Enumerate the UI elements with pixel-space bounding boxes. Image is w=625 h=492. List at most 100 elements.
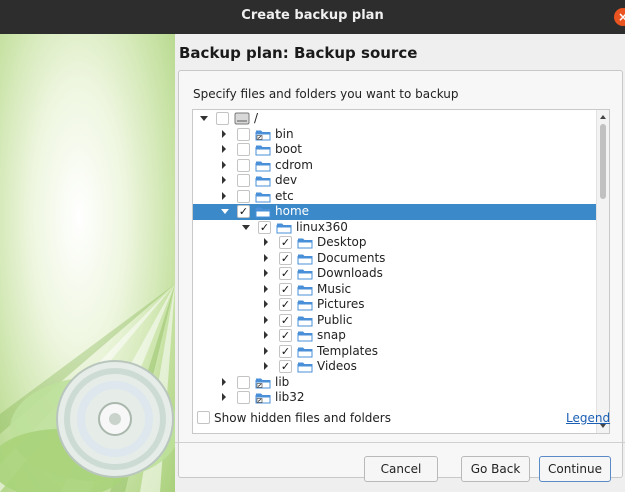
expand-arrow-right-icon[interactable] xyxy=(222,191,226,200)
disc-illustration xyxy=(0,284,175,492)
tree-item-label: boot xyxy=(275,142,303,156)
folder-tree[interactable]: / bin boot cdrom dev etc ✓ home ✓ linux360 ✓ Deskto… xyxy=(192,109,610,434)
expand-arrow-right-icon[interactable] xyxy=(264,238,268,246)
tree-checkbox[interactable] xyxy=(237,158,250,172)
tree-item-label: bin xyxy=(275,126,294,141)
tree-row[interactable]: ✓ home xyxy=(193,204,596,220)
expand-arrow-right-icon[interactable] xyxy=(264,315,268,324)
tree-scrollbar[interactable] xyxy=(596,110,609,433)
scroll-up-arrow-icon[interactable] xyxy=(600,115,606,119)
tree-item-label: Desktop xyxy=(317,235,367,249)
tree-checkbox[interactable]: ✓ xyxy=(237,205,250,218)
folder-link-icon xyxy=(255,128,271,141)
legend-link[interactable]: Legend xyxy=(566,411,610,425)
page-title: Backup plan: Backup source xyxy=(179,44,418,62)
folder-link-icon xyxy=(255,376,271,389)
tree-row[interactable]: ✓ linux360 xyxy=(193,220,596,236)
expand-arrow-right-icon[interactable] xyxy=(264,269,268,277)
expand-arrow-right-icon[interactable] xyxy=(222,160,226,169)
go-back-button[interactable]: Go Back xyxy=(461,456,530,482)
tree-item-label: Music xyxy=(317,281,352,296)
tree-row[interactable]: ✓ Pictures xyxy=(193,297,596,313)
tree-row[interactable]: bin xyxy=(193,127,596,143)
tree-row[interactable]: etc xyxy=(193,189,596,205)
tree-row[interactable]: lib xyxy=(193,375,596,391)
expand-arrow-right-icon[interactable] xyxy=(222,176,226,184)
expand-arrow-right-icon[interactable] xyxy=(222,393,226,401)
show-hidden-checkbox[interactable] xyxy=(197,411,210,424)
expand-arrow-down-icon[interactable] xyxy=(221,209,229,214)
tree-item-label: Documents xyxy=(317,250,386,265)
tree-checkbox[interactable]: ✓ xyxy=(258,220,271,234)
tree-row[interactable]: ✓ Desktop xyxy=(193,235,596,251)
expand-arrow-right-icon[interactable] xyxy=(222,377,226,386)
folder-icon xyxy=(297,345,313,358)
continue-button[interactable]: Continue xyxy=(539,456,611,482)
tree-row[interactable]: lib32 xyxy=(193,390,596,406)
drive-icon xyxy=(234,112,250,125)
expand-arrow-right-icon[interactable] xyxy=(264,300,268,308)
tree-checkbox[interactable] xyxy=(237,391,250,404)
tree-row[interactable]: ✓ Documents xyxy=(193,251,596,267)
tree-checkbox[interactable]: ✓ xyxy=(279,313,292,327)
cancel-button[interactable]: Cancel xyxy=(364,456,438,482)
tree-checkbox[interactable]: ✓ xyxy=(279,282,292,296)
expand-arrow-down-icon[interactable] xyxy=(200,116,208,121)
folder-icon xyxy=(255,205,271,218)
tree-checkbox[interactable]: ✓ xyxy=(279,298,292,311)
expand-arrow-right-icon[interactable] xyxy=(222,129,226,138)
tree-item-label: home xyxy=(275,204,310,218)
tree-row[interactable]: ✓ Videos xyxy=(193,359,596,375)
folder-icon xyxy=(297,283,313,296)
tree-checkbox[interactable] xyxy=(237,174,250,187)
tree-row[interactable]: ✓ Templates xyxy=(193,344,596,360)
tree-item-label: etc xyxy=(275,188,294,203)
tree-row[interactable]: ✓ Music xyxy=(193,282,596,298)
close-button[interactable]: × xyxy=(614,8,625,26)
tree-row[interactable]: ✓ Downloads xyxy=(193,266,596,282)
expand-arrow-down-icon[interactable] xyxy=(242,224,250,230)
tree-checkbox[interactable] xyxy=(216,112,229,125)
tree-row[interactable]: / xyxy=(193,111,596,127)
expand-arrow-right-icon[interactable] xyxy=(264,362,268,370)
tree-item-label: Pictures xyxy=(317,297,365,311)
tree-checkbox[interactable] xyxy=(237,143,250,156)
expand-arrow-right-icon[interactable] xyxy=(264,284,268,293)
folder-icon xyxy=(297,314,313,327)
tree-checkbox[interactable]: ✓ xyxy=(279,251,292,265)
tree-checkbox[interactable]: ✓ xyxy=(279,344,292,358)
folder-icon xyxy=(297,252,313,265)
tree-row[interactable]: ✓ Public xyxy=(193,313,596,329)
tree-row[interactable]: dev xyxy=(193,173,596,189)
side-banner-image xyxy=(0,34,175,492)
folder-icon xyxy=(297,298,313,311)
tree-row[interactable]: ✓ snap xyxy=(193,328,596,344)
instructions-text: Specify files and folders you want to ba… xyxy=(193,87,459,101)
folder-icon xyxy=(297,267,313,280)
folder-link-icon xyxy=(255,391,271,404)
tree-row[interactable]: cdrom xyxy=(193,158,596,174)
tree-item-label: / xyxy=(254,111,259,125)
folder-icon xyxy=(276,221,292,234)
expand-arrow-right-icon[interactable] xyxy=(222,145,226,153)
expand-arrow-right-icon[interactable] xyxy=(264,253,268,262)
tree-checkbox[interactable]: ✓ xyxy=(279,267,292,280)
tree-item-label: Public xyxy=(317,312,353,327)
expand-arrow-right-icon[interactable] xyxy=(264,346,268,355)
window-title: Create backup plan xyxy=(241,8,384,23)
tree-item-label: Downloads xyxy=(317,266,383,280)
tree-row[interactable]: boot xyxy=(193,142,596,158)
tree-checkbox[interactable]: ✓ xyxy=(279,360,292,373)
tree-checkbox[interactable] xyxy=(237,127,250,141)
folder-icon xyxy=(297,236,313,249)
tree-checkbox[interactable]: ✓ xyxy=(279,329,292,342)
show-hidden-label: Show hidden files and folders xyxy=(214,411,391,425)
tree-item-label: lib xyxy=(275,374,290,389)
tree-checkbox[interactable] xyxy=(237,375,250,389)
tree-checkbox[interactable]: ✓ xyxy=(279,236,292,249)
footer-divider xyxy=(175,442,625,443)
scroll-thumb[interactable] xyxy=(600,124,606,199)
tree-checkbox[interactable] xyxy=(237,189,250,203)
tree-item-label: linux360 xyxy=(296,219,348,234)
expand-arrow-right-icon[interactable] xyxy=(264,331,268,339)
